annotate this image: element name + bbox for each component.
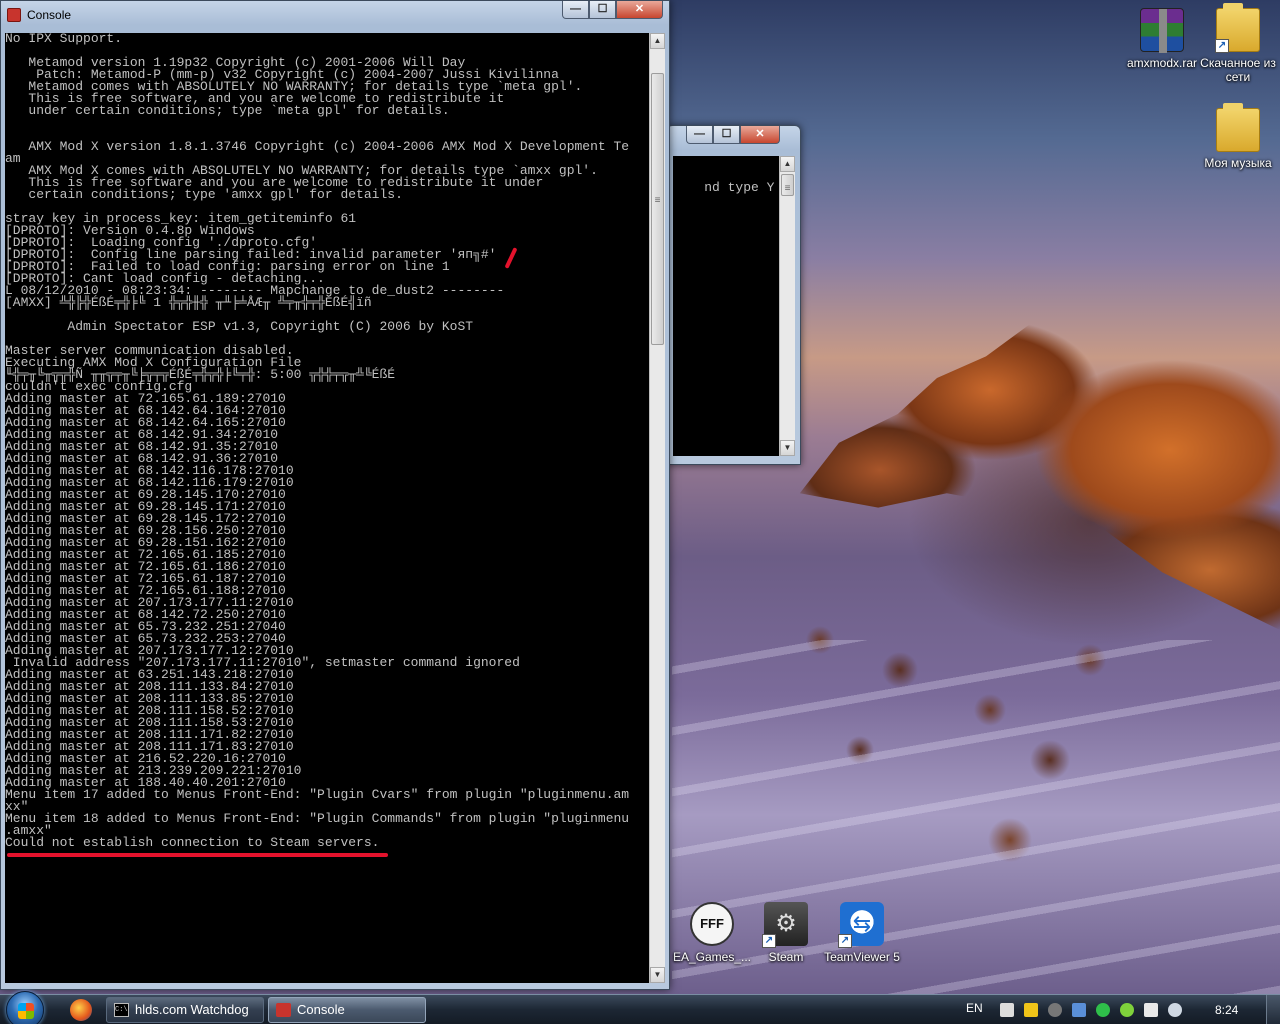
shortcut-arrow-icon: ↗ bbox=[762, 934, 776, 948]
power-icon[interactable] bbox=[1024, 1003, 1038, 1017]
desktop-icon-teamviewer[interactable]: ⇆ ↗ TeamViewer 5 bbox=[822, 902, 902, 964]
action-center-flag-icon[interactable] bbox=[1144, 1003, 1158, 1017]
network-icon[interactable] bbox=[1000, 1003, 1014, 1017]
console-scrollbar[interactable]: ▲ ▼ bbox=[649, 33, 665, 983]
minimize-button[interactable]: — bbox=[686, 126, 713, 144]
console-window-title: Console bbox=[27, 8, 72, 22]
language-indicator[interactable]: EN bbox=[966, 1001, 983, 1015]
console-line: Menu item 18 added to Menus Front-End: "… bbox=[5, 811, 630, 826]
console-line: Could not establish connection to Steam … bbox=[5, 835, 380, 850]
scroll-down-arrow-icon[interactable]: ▼ bbox=[780, 440, 795, 456]
desktop-icon-label: Скачанное из сети bbox=[1200, 56, 1276, 84]
scroll-thumb[interactable] bbox=[651, 73, 664, 345]
watchdog-console-output: nd type Y dep bbox=[673, 156, 779, 456]
desktop-icon-steam[interactable]: ⚙ ↗ Steam bbox=[746, 902, 826, 964]
desktop-icon-ea-games[interactable]: FFF EA_Games_... bbox=[672, 902, 752, 964]
taskbar-button-console[interactable]: Console bbox=[268, 997, 426, 1023]
scroll-up-arrow-icon[interactable]: ▲ bbox=[650, 33, 665, 49]
shortcut-arrow-icon: ↗ bbox=[1215, 39, 1229, 53]
teamviewer-icon: ⇆ ↗ bbox=[838, 902, 884, 948]
console-window[interactable]: Console — ☐ ✕ No IPX Support. Metamod ve… bbox=[0, 0, 670, 990]
console-window-controls: — ☐ ✕ bbox=[562, 1, 663, 19]
system-tray: EN 8:24 bbox=[960, 995, 1280, 1024]
scroll-up-arrow-icon[interactable]: ▲ bbox=[780, 156, 795, 172]
console-line: under certain conditions; type `meta gpl… bbox=[5, 103, 450, 118]
halflife-icon bbox=[7, 8, 21, 22]
maximize-button[interactable]: ☐ bbox=[589, 1, 616, 19]
watchdog-titlebar[interactable]: — ☐ ✕ bbox=[667, 126, 800, 154]
ea-games-icon: FFF bbox=[690, 902, 734, 946]
watchdog-window-controls: — ☐ ✕ bbox=[686, 126, 780, 144]
maximize-button[interactable]: ☐ bbox=[713, 126, 740, 144]
icq-icon[interactable] bbox=[1120, 1003, 1134, 1017]
console-line: AMX Mod X version 1.8.1.3746 Copyright (… bbox=[5, 139, 630, 154]
start-button[interactable] bbox=[6, 991, 44, 1024]
show-desktop-button[interactable] bbox=[1266, 995, 1280, 1024]
console-line: No IPX Support. bbox=[5, 33, 123, 46]
watchdog-window[interactable]: — ☐ ✕ nd type Y dep ▲ ▼ bbox=[666, 125, 801, 465]
halflife-icon bbox=[276, 1003, 291, 1017]
watchdog-console-text: nd type Y dep bbox=[704, 180, 775, 195]
desktop-icon-label: EA_Games_... bbox=[672, 950, 752, 964]
folder-icon bbox=[1216, 103, 1260, 152]
desktop-icon-my-music-folder[interactable]: Моя музыка bbox=[1198, 103, 1278, 170]
console-line: Menu item 17 added to Menus Front-End: "… bbox=[5, 787, 630, 802]
watchdog-scrollbar[interactable]: ▲ ▼ bbox=[779, 156, 795, 456]
taskbar-button-label: Console bbox=[297, 1002, 345, 1017]
steam-icon: ⚙ ↗ bbox=[762, 902, 808, 948]
taskbar-button-watchdog[interactable]: C:\ hlds.com Watchdog bbox=[106, 997, 264, 1023]
desktop-icon-label: Steam bbox=[768, 950, 804, 964]
desktop-icon-amxmodx-rar[interactable]: amxmodx.rar bbox=[1122, 8, 1202, 70]
volume-icon[interactable] bbox=[1168, 1003, 1182, 1017]
close-button[interactable]: ✕ bbox=[740, 126, 780, 144]
console-line: [AMXX] ╩╬╠╬ÉßÉ╤╬╞╚ 1 ╬╦╬╫╬ ╥╨╞╧ÅÆ╥ ╩╤╥╬╤… bbox=[5, 295, 372, 310]
console-line: Admin Spectator ESP v1.3, Copyright (C) … bbox=[5, 319, 474, 334]
clock[interactable]: 8:24 bbox=[1215, 1003, 1238, 1017]
console-titlebar[interactable]: Console — ☐ ✕ bbox=[1, 1, 669, 29]
bluetooth-icon[interactable] bbox=[1072, 1003, 1086, 1017]
cmd-icon: C:\ bbox=[114, 1003, 129, 1017]
shortcut-arrow-icon: ↗ bbox=[838, 934, 852, 948]
green-app-icon[interactable] bbox=[1096, 1003, 1110, 1017]
folder-icon: ↗ bbox=[1215, 3, 1260, 53]
console-output[interactable]: No IPX Support. Metamod version 1.19p32 … bbox=[5, 33, 649, 983]
scroll-thumb[interactable] bbox=[781, 174, 794, 196]
desktop-icon-downloads-folder[interactable]: ↗ Скачанное из сети bbox=[1198, 3, 1278, 84]
desktop-icon-label: TeamViewer 5 bbox=[824, 950, 900, 964]
taskbar: C:\ hlds.com Watchdog Console EN 8:24 bbox=[0, 991, 1280, 1024]
taskbar-button-label: hlds.com Watchdog bbox=[135, 1002, 249, 1017]
steam-tray-icon[interactable] bbox=[1048, 1003, 1062, 1017]
console-line: certain conditions; type 'amxx gpl' for … bbox=[5, 187, 403, 202]
desktop-icon-label: Моя музыка bbox=[1204, 156, 1272, 170]
minimize-button[interactable]: — bbox=[562, 1, 589, 19]
firefox-icon[interactable] bbox=[70, 999, 92, 1021]
winrar-archive-icon bbox=[1140, 8, 1184, 53]
desktop-icon-label: amxmodx.rar bbox=[1126, 56, 1197, 70]
annotation-red-underline bbox=[7, 853, 388, 857]
close-button[interactable]: ✕ bbox=[616, 1, 663, 19]
scroll-down-arrow-icon[interactable]: ▼ bbox=[650, 967, 665, 983]
